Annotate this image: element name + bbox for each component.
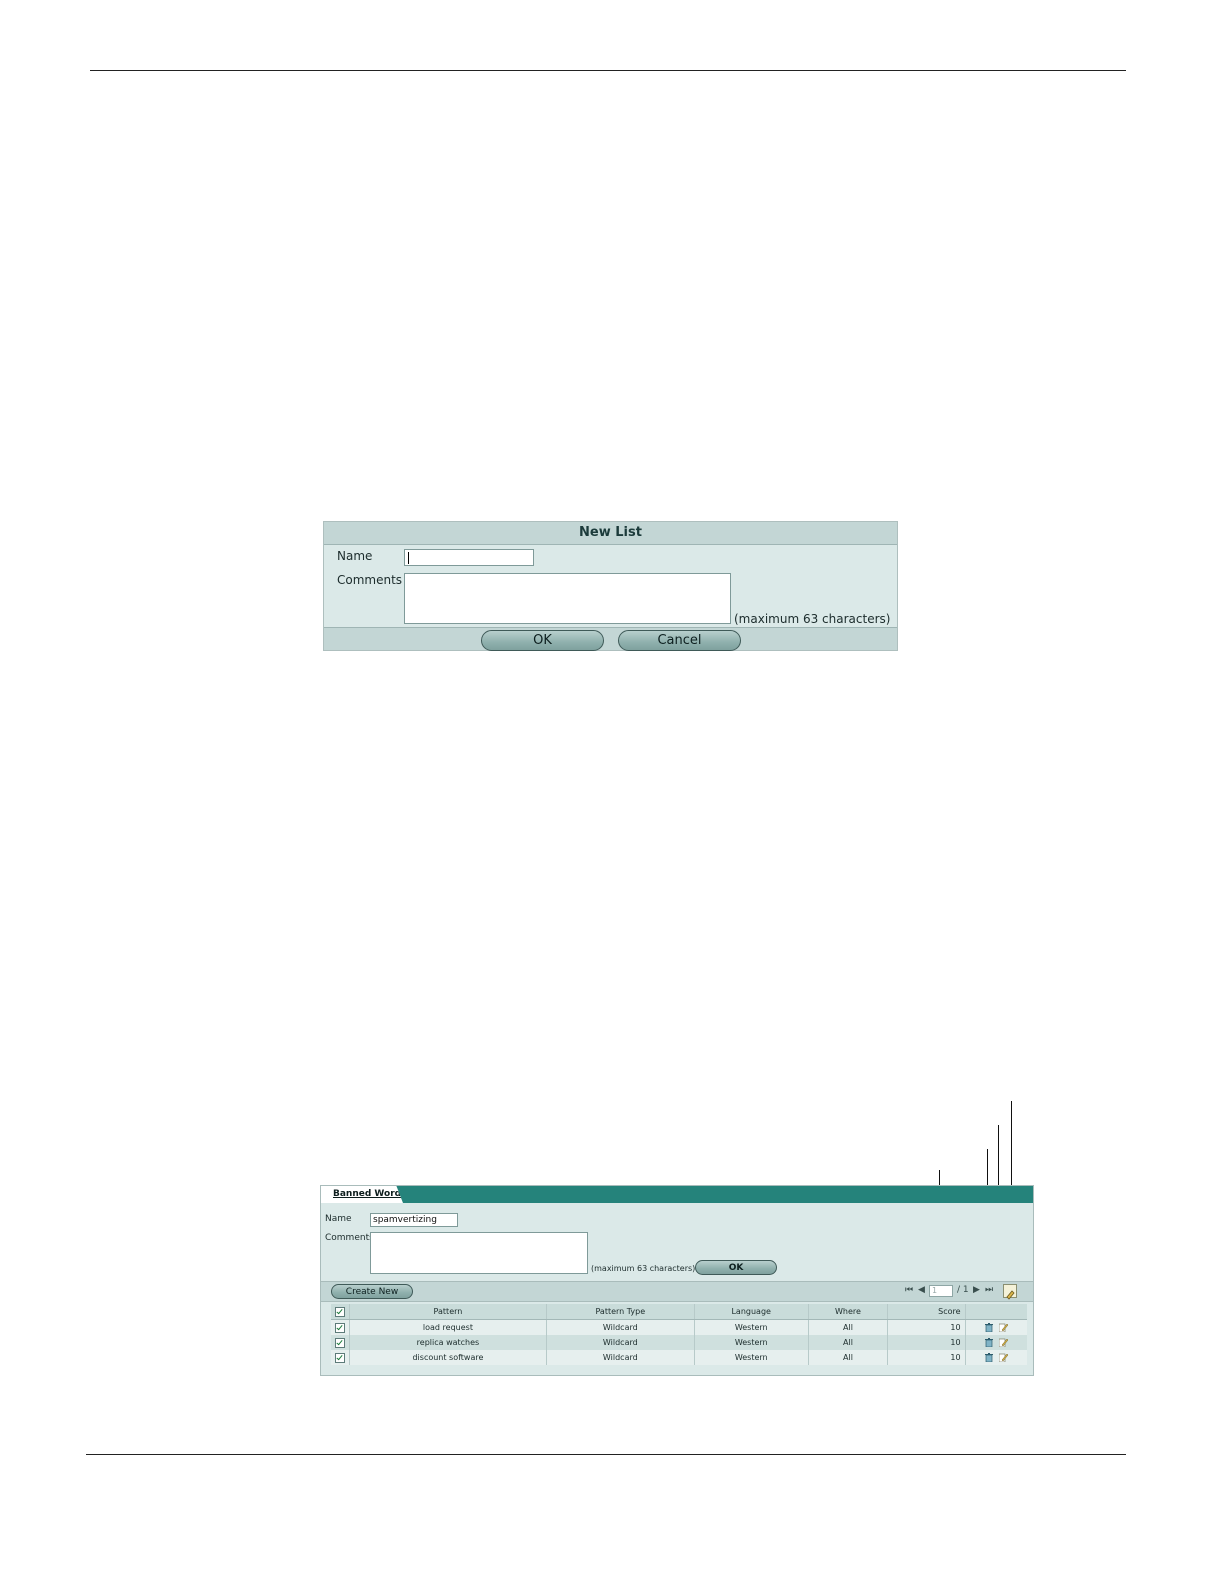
cell-language: Western <box>694 1350 809 1365</box>
new-list-dialog: New List Name Comments (maximum 63 chara… <box>323 521 898 651</box>
row-checkbox[interactable] <box>331 1350 350 1365</box>
total-pages: / 1 <box>957 1285 969 1295</box>
delete-icon[interactable] <box>985 1338 993 1347</box>
comments-textarea[interactable] <box>370 1232 588 1274</box>
list-toolbar: Create New ⏮ ◀ 1 / 1 ▶ ⏭ <box>321 1281 1033 1302</box>
cell-where: All <box>808 1319 889 1335</box>
checkbox-icon <box>334 1306 345 1317</box>
page-number-input[interactable]: 1 <box>929 1285 953 1297</box>
name-input[interactable] <box>404 549 534 566</box>
first-page-icon[interactable]: ⏮ <box>905 1285 913 1295</box>
table-row: discount software Wildcard Western All 1… <box>331 1350 1027 1365</box>
cell-pattern: replica watches <box>349 1335 547 1350</box>
banned-word-table: Pattern Pattern Type Language Where Scor… <box>331 1304 1027 1365</box>
ok-button[interactable]: OK <box>481 630 604 651</box>
table-header-row: Pattern Pattern Type Language Where Scor… <box>331 1304 1027 1320</box>
column-language: Language <box>694 1304 809 1320</box>
name-label: Name <box>325 1214 352 1224</box>
table-row: load request Wildcard Western All 10 <box>331 1319 1027 1335</box>
dialog-title: New List <box>324 522 897 545</box>
ok-button[interactable]: OK <box>695 1260 777 1275</box>
comments-label: Comments <box>325 1233 374 1243</box>
tab-label: Banned Word <box>333 1189 402 1199</box>
cell-language: Western <box>694 1335 809 1350</box>
checkbox-icon <box>334 1352 345 1363</box>
cell-actions <box>965 1335 1027 1350</box>
previous-page-icon[interactable]: ◀ <box>918 1285 925 1295</box>
cell-actions <box>965 1319 1027 1335</box>
tab-banned-word[interactable]: Banned Word <box>321 1186 403 1203</box>
row-checkbox[interactable] <box>331 1335 350 1350</box>
comments-textarea[interactable] <box>404 573 731 624</box>
column-where: Where <box>808 1304 889 1320</box>
cell-pattern-type: Wildcard <box>546 1335 695 1350</box>
cell-pattern: load request <box>349 1319 547 1335</box>
cell-score: 10 <box>887 1335 966 1350</box>
edit-icon[interactable] <box>998 1353 1008 1362</box>
cell-where: All <box>808 1335 889 1350</box>
cell-where: All <box>808 1350 889 1365</box>
row-checkbox[interactable] <box>331 1319 350 1335</box>
comments-label: Comments <box>337 573 403 587</box>
column-score: Score <box>887 1304 966 1320</box>
checkbox-icon <box>334 1337 345 1348</box>
cell-pattern-type: Wildcard <box>546 1350 695 1365</box>
footer-rule <box>86 1454 1126 1455</box>
next-page-icon[interactable]: ▶ <box>973 1285 980 1295</box>
cell-pattern-type: Wildcard <box>546 1319 695 1335</box>
last-page-icon[interactable]: ⏭ <box>985 1285 993 1295</box>
cell-score: 10 <box>887 1350 966 1365</box>
edit-icon[interactable] <box>998 1338 1008 1347</box>
name-input[interactable]: spamvertizing <box>370 1213 458 1227</box>
cell-score: 10 <box>887 1319 966 1335</box>
tab-bar: Banned Word <box>321 1186 1033 1203</box>
column-pattern-type: Pattern Type <box>546 1304 695 1320</box>
column-settings-icon[interactable] <box>1003 1284 1017 1300</box>
cell-language: Western <box>694 1319 809 1335</box>
checkbox-icon <box>334 1322 345 1333</box>
text-caret <box>408 552 409 564</box>
name-label: Name <box>337 549 373 563</box>
create-new-button[interactable]: Create New <box>331 1284 413 1299</box>
header-rule <box>90 70 1126 71</box>
max-characters-hint: (maximum 63 characters) <box>734 612 891 626</box>
cell-pattern: discount software <box>349 1350 547 1365</box>
table-row: replica watches Wildcard Western All 10 <box>331 1335 1027 1350</box>
max-characters-hint: (maximum 63 characters) <box>591 1264 696 1273</box>
banned-word-panel: Banned Word Name spamvertizing Comments … <box>320 1185 1034 1376</box>
edit-icon[interactable] <box>998 1323 1008 1332</box>
delete-icon[interactable] <box>985 1353 993 1362</box>
cell-actions <box>965 1350 1027 1365</box>
column-pattern: Pattern <box>349 1304 547 1320</box>
cancel-button[interactable]: Cancel <box>618 630 741 651</box>
delete-icon[interactable] <box>985 1323 993 1332</box>
select-all-checkbox[interactable] <box>331 1304 350 1320</box>
column-actions <box>965 1304 1027 1320</box>
dialog-footer <box>324 627 897 650</box>
